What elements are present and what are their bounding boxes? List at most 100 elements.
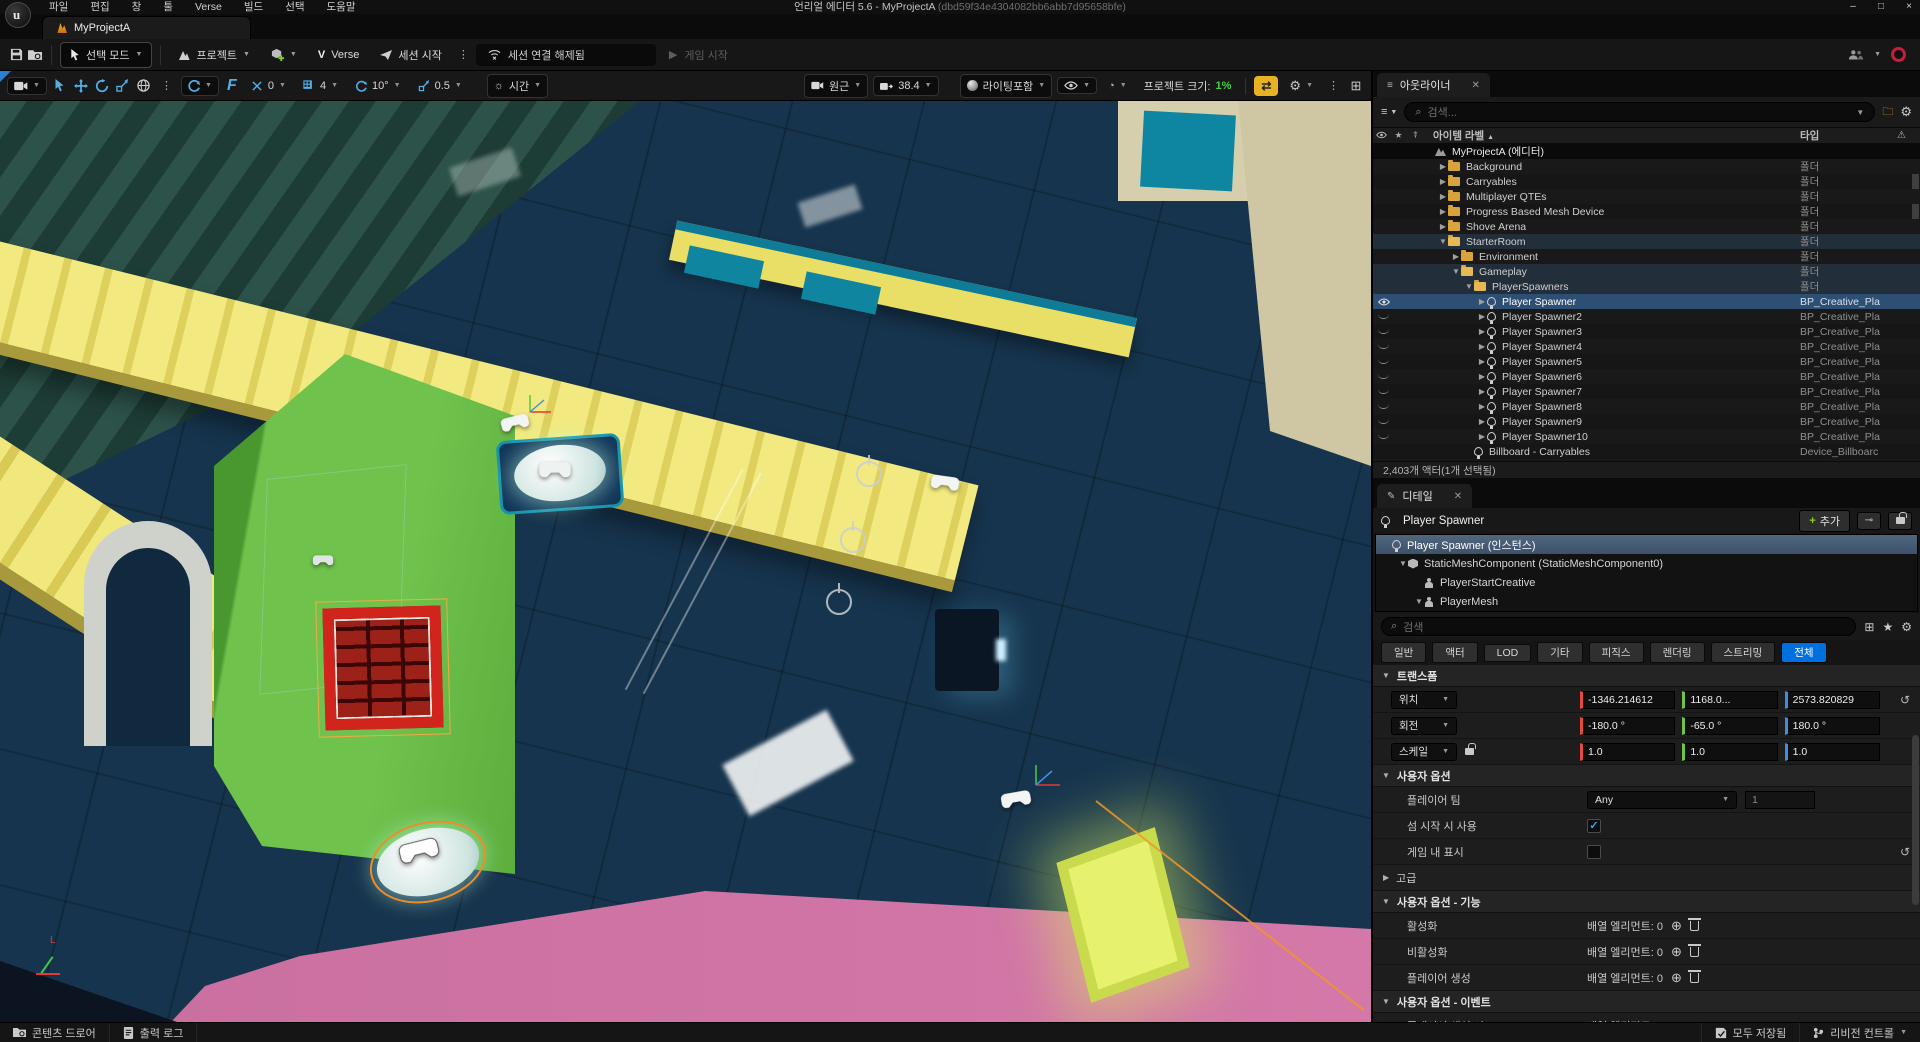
view-mode-button[interactable]: 라이팅포함▼ [960, 74, 1053, 98]
actor-snap-button[interactable]: 0▼ [245, 77, 292, 95]
filter-chip[interactable]: 스트리밍 [1711, 642, 1776, 663]
y-value-field[interactable]: 1.0 [1682, 743, 1777, 761]
details-lock-button[interactable] [1888, 512, 1912, 530]
expander-icon[interactable]: ▶ [1477, 372, 1487, 381]
clear-array-icon[interactable] [1690, 921, 1699, 931]
warning-column-icon[interactable]: ⚠ [1897, 130, 1906, 141]
expander-icon[interactable]: ▶ [1477, 432, 1487, 441]
outliner-row[interactable]: ▶Player Spawner5BP_Creative_Pla [1373, 354, 1920, 369]
component-row[interactable]: ▼PlayerMesh [1376, 592, 1917, 611]
advanced-row[interactable]: ▶ 고급 [1373, 865, 1920, 891]
z-value-field[interactable]: 1.0 [1785, 743, 1880, 761]
add-element-icon[interactable]: ⊕ [1671, 944, 1682, 960]
filter-chip[interactable]: 일반 [1381, 642, 1426, 663]
spotlight-gizmo[interactable] [826, 589, 852, 615]
type-column[interactable]: 타입 [1800, 128, 1819, 143]
filter-chip[interactable]: 기타 [1537, 642, 1582, 663]
scale-snap-button[interactable]: 0.5▼ [412, 77, 468, 95]
camera-speed-button[interactable]: 38.4▼ [873, 76, 938, 96]
expander-icon[interactable]: ▼ [1464, 282, 1474, 291]
add-content-button[interactable]: ▼ [262, 44, 306, 65]
spotlight-gizmo[interactable] [840, 527, 866, 553]
x-value-field[interactable]: -1346.214612 [1580, 691, 1675, 709]
outliner-row[interactable]: ▶Player Spawner6BP_Creative_Pla [1373, 369, 1920, 384]
expander-icon[interactable]: ▶ [1477, 402, 1487, 411]
section-user-functions[interactable]: ▼사용자 옵션 - 기능 [1373, 891, 1920, 913]
expander-icon[interactable]: ▼ [1438, 237, 1448, 246]
project-size-indicator[interactable]: 프로젝트 크기: 1% [1138, 75, 1238, 97]
outliner-row[interactable]: ▶Player Spawner4BP_Creative_Pla [1373, 339, 1920, 354]
expander-icon[interactable]: ▶ [1477, 297, 1487, 306]
details-tab[interactable]: ✎ 디테일 ✕ [1377, 484, 1472, 508]
fortnite-snap-icon[interactable]: F [224, 78, 240, 94]
perspective-button[interactable]: 원근▼ [804, 74, 868, 98]
viewport-tool-dots[interactable]: ⋮ [157, 79, 176, 92]
session-status[interactable]: 세션 연결 해제됨 [476, 44, 656, 66]
live-edit-button[interactable]: ⇄ [1254, 76, 1278, 96]
select-mode-button[interactable]: 선택 모드▼ [60, 42, 152, 68]
visibility-toggle[interactable] [1373, 344, 1399, 349]
outliner-row[interactable]: Billboard - MQTEsDevice_Billboarc [1373, 459, 1920, 461]
z-value-field[interactable]: 180.0 ° [1785, 717, 1880, 735]
expander-icon[interactable]: ▶ [1477, 312, 1487, 321]
controller-gizmo[interactable] [538, 459, 572, 481]
unreal-logo-icon[interactable]: u [5, 2, 31, 28]
outliner-row[interactable]: ▶Player Spawner8BP_Creative_Pla [1373, 399, 1920, 414]
expander-icon[interactable]: ▶ [1438, 162, 1448, 171]
time-of-day-button[interactable]: ☼ 시간▼ [487, 74, 548, 98]
grid-snap-button[interactable]: 4▼ [297, 77, 344, 95]
expander-icon[interactable]: ▶ [1477, 327, 1487, 336]
expander-icon[interactable]: ▶ [1477, 357, 1487, 366]
pin-column-icon[interactable]: ⍒ [1407, 130, 1424, 141]
details-close-icon[interactable]: ✕ [1454, 491, 1462, 502]
viewport-dial-button[interactable]: ◔▼ [1102, 77, 1133, 95]
outliner-row[interactable]: ▶Player Spawner2BP_Creative_Pla [1373, 309, 1920, 324]
close-button[interactable]: × [1902, 0, 1916, 14]
section-user-events[interactable]: ▼사용자 옵션 - 이벤트 [1373, 991, 1920, 1013]
outliner-search-input[interactable]: ⌕ 검색... ▼ [1404, 102, 1875, 122]
scale-lock-icon[interactable] [1465, 748, 1474, 755]
maximize-viewport-icon[interactable]: ⊞ [1348, 78, 1364, 94]
menu-item[interactable]: 창 [121, 0, 153, 14]
x-value-field[interactable]: 1.0 [1580, 743, 1675, 761]
controller-gizmo[interactable] [312, 553, 334, 568]
select-tool-icon[interactable] [52, 78, 68, 94]
viewport-camera-menu[interactable]: ▼ [7, 77, 47, 95]
player-team-dropdown[interactable]: Any▼ [1587, 791, 1737, 809]
visibility-toggle[interactable] [1373, 434, 1399, 439]
new-folder-icon[interactable]: 🗀 [1882, 103, 1893, 122]
add-component-button[interactable]: + 추가 [1799, 510, 1850, 532]
component-row[interactable]: Player Spawner (인스턴스) [1376, 535, 1917, 554]
expander-icon[interactable]: ▶ [1438, 177, 1448, 186]
expander-icon[interactable]: ▶ [1477, 417, 1487, 426]
expander-icon[interactable]: ▼ [1451, 267, 1461, 276]
filter-chip[interactable]: 렌더링 [1650, 642, 1705, 663]
expander-icon[interactable]: ▶ [1477, 387, 1487, 396]
content-drawer-button[interactable]: 콘텐츠 드로어 [0, 1023, 110, 1042]
component-row[interactable]: PlayerStartCreative [1376, 573, 1917, 592]
clear-array-icon[interactable] [1690, 947, 1699, 957]
session-options-dots[interactable]: ⋮ [454, 48, 473, 61]
outliner-row[interactable]: ▶Player SpawnerBP_Creative_Pla [1373, 294, 1920, 309]
outliner-row[interactable]: ▶Multiplayer QTEs폴더 [1373, 189, 1920, 204]
transform-type-dropdown[interactable]: 회전▼ [1391, 717, 1457, 735]
outliner-row[interactable]: ▼Gameplay폴더 [1373, 264, 1920, 279]
world-local-toggle-icon[interactable] [136, 78, 152, 94]
project-menu-button[interactable]: 프로젝트▼ [169, 43, 258, 67]
visibility-toggle[interactable] [1373, 374, 1399, 379]
save-icon[interactable] [8, 47, 24, 63]
spotlight-gizmo[interactable] [856, 461, 882, 487]
project-tab[interactable]: MyProjectA [42, 16, 251, 39]
reset-transform-icon[interactable]: ↺ [1900, 693, 1910, 707]
item-label-column[interactable]: 아이템 라벨 ▲ [1433, 128, 1494, 143]
details-search-input[interactable]: ⌕ 검색 [1381, 617, 1856, 636]
y-value-field[interactable]: 1168.0... [1682, 691, 1777, 709]
move-tool-icon[interactable] [73, 78, 89, 94]
transform-type-dropdown[interactable]: 위치▼ [1391, 691, 1457, 709]
outliner-row[interactable]: ▼PlayerSpawners폴더 [1373, 279, 1920, 294]
outliner-tab[interactable]: ≡ 아웃라이너 ✕ [1377, 73, 1490, 97]
outliner-row[interactable]: ▶Background폴더 [1373, 159, 1920, 174]
content-browser-icon[interactable] [27, 47, 43, 63]
viewport-options-dots[interactable]: ⋮ [1324, 79, 1343, 92]
filter-chip[interactable]: LOD [1484, 644, 1532, 662]
